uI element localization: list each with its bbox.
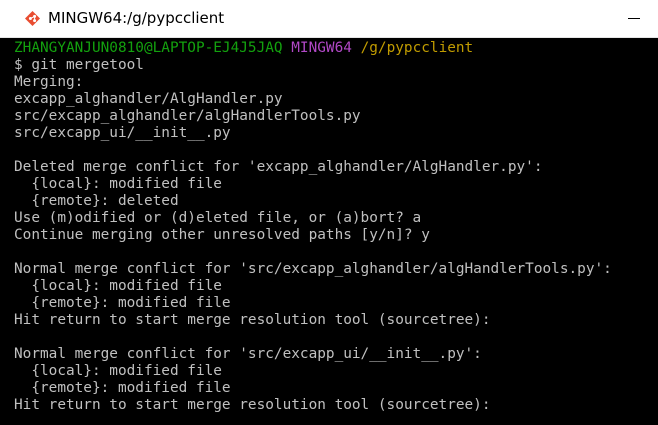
minimize-button[interactable] bbox=[612, 0, 658, 37]
title-bar[interactable]: MINGW64:/g/pypcclient bbox=[0, 0, 658, 38]
terminal-line: excapp_alghandler/AlgHandler.py bbox=[14, 91, 283, 107]
terminal-line: {local}: modified file bbox=[14, 278, 222, 294]
prompt-line: ZHANGYANJUN0810@LAPTOP-EJ4J5JAQ MINGW64 … bbox=[14, 40, 612, 57]
prompt-system: MINGW64 bbox=[291, 40, 352, 56]
minimize-icon bbox=[628, 18, 640, 19]
terminal-line: Normal merge conflict for 'src/excapp_ui… bbox=[14, 346, 482, 362]
terminal-line: {remote}: deleted bbox=[14, 193, 179, 209]
terminal-line: src/excapp_ui/__init__.py bbox=[14, 125, 231, 141]
terminal-line: src/excapp_alghandler/algHandlerTools.py bbox=[14, 108, 361, 124]
terminal-lines: ZHANGYANJUN0810@LAPTOP-EJ4J5JAQ MINGW64 … bbox=[14, 40, 612, 414]
terminal-line: Deleted merge conflict for 'excapp_algha… bbox=[14, 159, 543, 175]
window-title: MINGW64:/g/pypcclient bbox=[48, 9, 225, 27]
terminal-window: MINGW64:/g/pypcclient ZHANGYANJUN0810@LA… bbox=[0, 0, 658, 425]
terminal-line: Continue merging other unresolved paths … bbox=[14, 227, 430, 243]
git-logo-icon bbox=[25, 11, 40, 26]
terminal-line: Hit return to start merge resolution too… bbox=[14, 312, 491, 328]
terminal-output[interactable]: ZHANGYANJUN0810@LAPTOP-EJ4J5JAQ MINGW64 … bbox=[0, 38, 658, 425]
prompt-path: /g/pypcclient bbox=[360, 40, 474, 56]
prompt-user: ZHANGYANJUN0810@LAPTOP-EJ4J5JAQ bbox=[14, 40, 283, 56]
terminal-line: {remote}: modified file bbox=[14, 295, 231, 311]
terminal-line: Normal merge conflict for 'src/excapp_al… bbox=[14, 261, 612, 277]
terminal-line: {local}: modified file bbox=[14, 363, 222, 379]
terminal-line: $ git mergetool bbox=[14, 57, 144, 73]
terminal-line: {local}: modified file bbox=[14, 176, 222, 192]
terminal-line: Use (m)odified or (d)eleted file, or (a)… bbox=[14, 210, 422, 226]
terminal-line: {remote}: modified file bbox=[14, 380, 231, 396]
terminal-line: Hit return to start merge resolution too… bbox=[14, 397, 491, 413]
terminal-line: Merging: bbox=[14, 74, 84, 90]
